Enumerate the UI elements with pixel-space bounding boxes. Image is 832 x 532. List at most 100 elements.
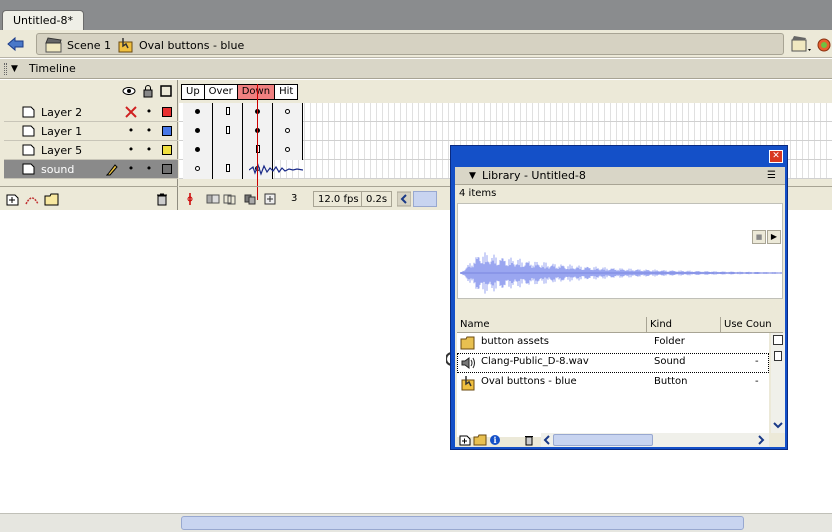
layer-name: Layer 1 bbox=[41, 125, 83, 138]
keyframe-empty[interactable] bbox=[273, 103, 303, 122]
keyframe[interactable] bbox=[243, 103, 273, 122]
properties-info-icon[interactable]: i bbox=[489, 434, 501, 446]
lock-toggle[interactable]: • bbox=[144, 105, 154, 119]
new-symbol-icon[interactable] bbox=[459, 434, 471, 446]
onion-skin-icon[interactable] bbox=[205, 191, 221, 207]
keyframe[interactable] bbox=[183, 103, 213, 122]
trash-icon[interactable] bbox=[523, 434, 535, 446]
scroll-down-icon[interactable] bbox=[772, 419, 784, 431]
edit-bar: Scene 1 Oval buttons - blue bbox=[0, 30, 832, 58]
breadcrumb-scene[interactable]: Scene 1 bbox=[45, 36, 111, 54]
layer-color-swatch[interactable] bbox=[162, 126, 172, 136]
keyframe[interactable] bbox=[183, 141, 213, 160]
symbol-name: Oval buttons - blue bbox=[139, 38, 245, 52]
keyframe-empty[interactable] bbox=[183, 160, 213, 179]
layer-color-swatch[interactable] bbox=[162, 145, 172, 155]
frame-label-hit[interactable]: Hit bbox=[275, 84, 299, 100]
hidden-x-icon[interactable] bbox=[124, 105, 138, 119]
options-menu-icon[interactable]: ☰ bbox=[767, 170, 776, 181]
stage-horizontal-scrollbar[interactable] bbox=[0, 513, 832, 532]
layer-page-icon bbox=[22, 106, 35, 118]
library-preview: ■ ▶ bbox=[457, 203, 783, 299]
frame[interactable] bbox=[243, 141, 273, 160]
scroll-right-icon[interactable] bbox=[755, 434, 767, 446]
timeline-header[interactable]: ▼ Timeline bbox=[0, 59, 832, 79]
panel-grip[interactable] bbox=[4, 63, 7, 75]
edit-multiple-frames-icon[interactable] bbox=[243, 191, 257, 207]
keyframe[interactable] bbox=[243, 122, 273, 141]
layer-row[interactable]: Layer 1 • • bbox=[4, 122, 178, 141]
stage-scroll-thumb[interactable] bbox=[181, 516, 744, 530]
list-item[interactable]: button assets Folder bbox=[457, 333, 769, 353]
list-item[interactable]: Clang-Public_D-8.wav Sound - bbox=[457, 353, 769, 373]
library-panel: ✕ ▼ Library - Untitled-8 ☰ 4 items ■ ▶ N… bbox=[450, 145, 788, 450]
play-icon[interactable]: ▶ bbox=[767, 230, 781, 244]
frame-label-strip: Up Over Down Hit bbox=[181, 84, 299, 100]
lock-toggle[interactable]: • bbox=[144, 162, 154, 176]
frame-rate[interactable]: 12.0 fps bbox=[313, 191, 364, 207]
layer-tools bbox=[0, 186, 178, 210]
layer-row[interactable]: Layer 5 • • bbox=[4, 141, 178, 160]
frame[interactable] bbox=[213, 122, 243, 141]
layer-panel: Layer 2 • Layer 1 • • Layer 5 • • sound … bbox=[0, 80, 178, 210]
close-icon[interactable]: ✕ bbox=[769, 150, 783, 163]
collapse-triangle-icon[interactable]: ▼ bbox=[11, 64, 18, 74]
frame[interactable] bbox=[213, 103, 243, 122]
column-header-name[interactable]: Name bbox=[457, 317, 647, 333]
visibility-toggle[interactable]: • bbox=[124, 162, 138, 176]
layer-color-swatch[interactable] bbox=[162, 164, 172, 174]
insert-folder-icon[interactable] bbox=[44, 192, 60, 206]
frame-row[interactable] bbox=[179, 103, 832, 122]
library-vertical-scrollbar[interactable] bbox=[771, 333, 785, 433]
new-symbol-icon[interactable] bbox=[773, 335, 783, 345]
column-header-kind[interactable]: Kind bbox=[647, 317, 721, 333]
layer-color-swatch[interactable] bbox=[162, 107, 172, 117]
back-arrow-icon[interactable] bbox=[6, 35, 26, 53]
outline-icon[interactable] bbox=[159, 84, 173, 98]
timeline-scroll-thumb[interactable] bbox=[413, 191, 437, 207]
list-item[interactable]: Oval buttons - blue Button - bbox=[457, 373, 769, 393]
lock-toggle[interactable]: • bbox=[144, 143, 154, 157]
frame[interactable] bbox=[213, 160, 243, 179]
layer-row-selected[interactable]: sound • • bbox=[4, 160, 178, 179]
layer-page-icon bbox=[22, 144, 35, 156]
library-scroll-thumb[interactable] bbox=[553, 434, 653, 446]
properties-icon[interactable] bbox=[774, 351, 782, 361]
layer-name: sound bbox=[41, 163, 75, 176]
lock-icon[interactable] bbox=[141, 84, 155, 98]
breadcrumb-symbol[interactable]: Oval buttons - blue bbox=[117, 36, 244, 54]
layer-page-icon bbox=[22, 163, 35, 175]
frame-label-up[interactable]: Up bbox=[181, 84, 205, 100]
onion-outline-icon[interactable] bbox=[223, 191, 237, 207]
playhead[interactable] bbox=[257, 84, 258, 200]
frame[interactable] bbox=[213, 141, 243, 160]
button-symbol-icon bbox=[461, 376, 475, 391]
collapse-triangle-icon[interactable]: ▼ bbox=[469, 171, 476, 181]
lock-toggle[interactable]: • bbox=[144, 124, 154, 138]
library-header[interactable]: ▼ Library - Untitled-8 ☰ bbox=[455, 167, 785, 185]
frame-row[interactable] bbox=[179, 122, 832, 141]
stop-icon[interactable]: ■ bbox=[752, 230, 766, 244]
clapperboard-icon bbox=[45, 37, 62, 53]
edit-scene-icon[interactable] bbox=[790, 35, 832, 53]
visibility-toggle[interactable]: • bbox=[124, 124, 138, 138]
center-frame-icon[interactable] bbox=[185, 191, 195, 207]
keyframe[interactable] bbox=[183, 122, 213, 141]
visibility-toggle[interactable]: • bbox=[124, 143, 138, 157]
new-folder-icon[interactable] bbox=[473, 434, 487, 446]
keyframe-empty[interactable] bbox=[273, 141, 303, 160]
scroll-left-icon[interactable] bbox=[397, 191, 411, 207]
trash-icon[interactable] bbox=[155, 192, 169, 206]
add-motion-guide-icon[interactable] bbox=[24, 192, 40, 206]
modify-onion-markers-icon[interactable] bbox=[263, 191, 277, 207]
frame-label-over[interactable]: Over bbox=[204, 84, 238, 100]
keyframe-empty[interactable] bbox=[273, 122, 303, 141]
column-header-use-count[interactable]: Use Coun bbox=[721, 317, 783, 333]
layer-row[interactable]: Layer 2 • bbox=[4, 103, 178, 122]
scene-name: Scene 1 bbox=[67, 38, 112, 52]
document-tab[interactable]: Untitled-8* bbox=[2, 10, 84, 30]
eye-icon[interactable] bbox=[122, 84, 136, 98]
library-horizontal-scrollbar[interactable] bbox=[541, 433, 769, 447]
scroll-left-icon[interactable] bbox=[541, 434, 553, 446]
insert-layer-icon[interactable] bbox=[6, 192, 20, 206]
